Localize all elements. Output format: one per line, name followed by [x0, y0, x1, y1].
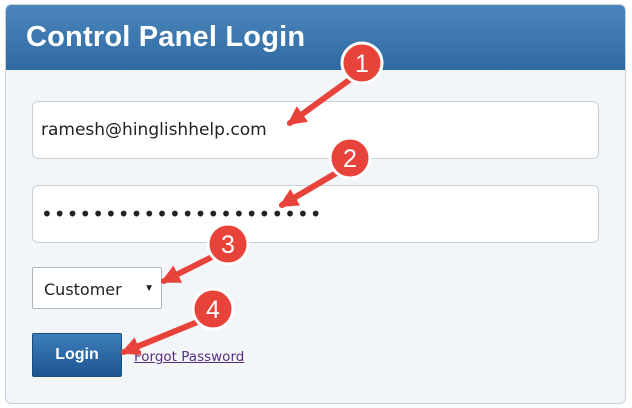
- login-button[interactable]: Login: [32, 333, 122, 377]
- login-panel: Control Panel Login Customer ▼ Login For…: [5, 4, 626, 404]
- email-field[interactable]: [32, 101, 599, 159]
- password-field[interactable]: [32, 185, 599, 243]
- panel-header: Control Panel Login: [6, 5, 625, 70]
- role-select-value: Customer: [44, 280, 122, 299]
- page-title: Control Panel Login: [26, 21, 306, 53]
- role-select[interactable]: Customer ▼: [32, 267, 162, 309]
- caret-down-icon: ▼: [144, 283, 154, 294]
- forgot-password-link[interactable]: Forgot Password: [134, 349, 244, 365]
